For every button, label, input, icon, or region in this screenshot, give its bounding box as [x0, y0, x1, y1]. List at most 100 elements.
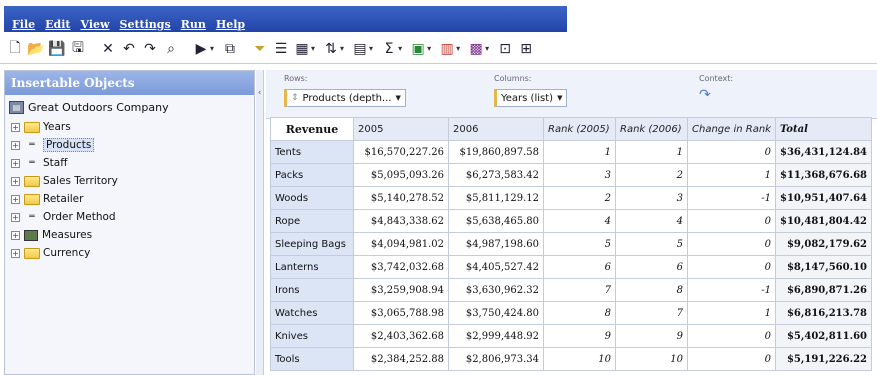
row-header[interactable]: Lanterns — [270, 255, 354, 279]
columns-zone[interactable]: Columns: Years (list) ▼ — [494, 74, 568, 107]
total-cell[interactable]: $36,431,124.84 — [775, 140, 872, 164]
value-cell[interactable]: $4,987,198.60 — [448, 232, 544, 256]
rank-cell[interactable]: 2 — [543, 186, 616, 210]
tree-item-retailer[interactable]: + Retailer — [11, 190, 254, 208]
rank-cell[interactable]: 5 — [543, 232, 616, 256]
change-cell[interactable]: -1 — [687, 186, 776, 210]
rank-cell[interactable]: 10 — [615, 347, 688, 371]
value-cell[interactable]: $4,094,981.02 — [353, 232, 449, 256]
column-header[interactable]: Rank (2006) — [615, 117, 688, 141]
column-header-total[interactable]: Total — [775, 117, 872, 141]
value-cell[interactable]: $2,403,362.68 — [353, 324, 449, 348]
insert-icon[interactable]: ▣ — [409, 40, 427, 58]
rank-cell[interactable]: 6 — [543, 255, 616, 279]
value-cell[interactable]: $2,384,252.88 — [353, 347, 449, 371]
column-header[interactable]: 2006 — [448, 117, 544, 141]
save-icon[interactable]: 💾 — [48, 40, 66, 58]
tree-item-currency[interactable]: + Currency — [11, 244, 254, 262]
open-icon[interactable]: 📂 — [27, 40, 45, 58]
value-cell[interactable]: $19,860,897.58 — [448, 140, 544, 164]
pie-chart-icon[interactable]: ▩ — [467, 40, 485, 58]
value-cell[interactable]: $5,811,129.12 — [448, 186, 544, 210]
value-cell[interactable]: $5,095,093.26 — [353, 163, 449, 187]
total-cell[interactable]: $10,951,407.64 — [775, 186, 872, 210]
column-header[interactable]: Rank (2005) — [543, 117, 616, 141]
bar-chart-icon[interactable]: ▥ — [438, 40, 456, 58]
rank-cell[interactable]: 9 — [543, 324, 616, 348]
sum-icon[interactable]: Σ — [380, 40, 398, 58]
find-icon[interactable]: ⌕ — [162, 40, 180, 58]
menu-file[interactable]: File — [12, 18, 35, 31]
value-cell[interactable]: $4,843,338.62 — [353, 209, 449, 233]
undo-icon[interactable]: ↶ — [120, 40, 138, 58]
rank-cell[interactable]: 9 — [615, 324, 688, 348]
chevron-down-icon[interactable]: ▼ — [395, 94, 400, 102]
total-cell[interactable]: $6,890,871.26 — [775, 278, 872, 302]
value-cell[interactable]: $3,259,908.94 — [353, 278, 449, 302]
change-cell[interactable]: -1 — [687, 278, 776, 302]
change-cell[interactable]: 1 — [687, 301, 776, 325]
total-cell[interactable]: $11,368,676.68 — [775, 163, 872, 187]
menu-view[interactable]: View — [81, 18, 110, 31]
row-header[interactable]: Packs — [270, 163, 354, 187]
rank-cell[interactable]: 1 — [615, 140, 688, 164]
row-header[interactable]: Rope — [270, 209, 354, 233]
expand-icon[interactable]: + — [11, 212, 20, 222]
total-cell[interactable]: $5,191,226.22 — [775, 347, 872, 371]
expand-icon[interactable]: + — [11, 122, 20, 132]
expand-icon[interactable]: + — [11, 230, 20, 240]
change-cell[interactable]: 1 — [687, 163, 776, 187]
rank-cell[interactable]: 1 — [543, 140, 616, 164]
value-cell[interactable]: $16,570,227.26 — [353, 140, 449, 164]
row-header[interactable]: Sleeping Bags — [270, 232, 354, 256]
change-cell[interactable]: 0 — [687, 255, 776, 279]
tree-item-sales-territory[interactable]: + Sales Territory — [11, 172, 254, 190]
value-cell[interactable]: $2,999,448.92 — [448, 324, 544, 348]
menu-run[interactable]: Run — [181, 18, 206, 31]
expand-icon[interactable]: + — [11, 194, 20, 204]
layout-icon[interactable]: ⊡ — [496, 40, 514, 58]
collapse-panel-button[interactable]: ‹ — [256, 70, 264, 375]
tree-item-measures[interactable]: + Measures — [11, 226, 254, 244]
rank-cell[interactable]: 4 — [615, 209, 688, 233]
row-header[interactable]: Knives — [270, 324, 354, 348]
total-cell[interactable]: $6,816,213.78 — [775, 301, 872, 325]
total-cell[interactable]: $8,147,560.10 — [775, 255, 872, 279]
total-cell[interactable]: $9,082,179.62 — [775, 232, 872, 256]
row-header[interactable]: Tools — [270, 347, 354, 371]
expand-icon[interactable]: + — [11, 140, 20, 150]
column-header[interactable]: 2005 — [353, 117, 449, 141]
total-cell[interactable]: $5,402,811.60 — [775, 324, 872, 348]
menu-settings[interactable]: Settings — [120, 18, 171, 31]
change-cell[interactable]: 0 — [687, 324, 776, 348]
total-cell[interactable]: $10,481,804.42 — [775, 209, 872, 233]
rank-cell[interactable]: 10 — [543, 347, 616, 371]
context-zone[interactable]: Context: ↷ — [699, 74, 733, 103]
rank-cell[interactable]: 5 — [615, 232, 688, 256]
expand-icon[interactable]: + — [11, 248, 20, 258]
value-cell[interactable]: $5,140,278.52 — [353, 186, 449, 210]
chart-icon[interactable]: ▦ — [293, 40, 311, 58]
rank-cell[interactable]: 7 — [543, 278, 616, 302]
menu-help[interactable]: Help — [216, 18, 245, 31]
rank-cell[interactable]: 6 — [615, 255, 688, 279]
value-cell[interactable]: $2,806,973.34 — [448, 347, 544, 371]
grid-icon[interactable]: ⊞ — [517, 40, 535, 58]
value-cell[interactable]: $3,630,962.32 — [448, 278, 544, 302]
change-cell[interactable]: 0 — [687, 209, 776, 233]
run-icon[interactable]: ▶ — [192, 40, 210, 58]
value-cell[interactable]: $3,065,788.98 — [353, 301, 449, 325]
value-cell[interactable]: $4,405,527.42 — [448, 255, 544, 279]
change-cell[interactable]: 0 — [687, 347, 776, 371]
calculation-icon[interactable]: ▤ — [351, 40, 369, 58]
value-cell[interactable]: $5,638,465.80 — [448, 209, 544, 233]
rank-cell[interactable]: 3 — [615, 186, 688, 210]
row-header[interactable]: Irons — [270, 278, 354, 302]
tree-root[interactable]: ▤ Great Outdoors Company — [5, 95, 254, 118]
value-cell[interactable]: $6,273,583.42 — [448, 163, 544, 187]
save-as-icon[interactable]: 🖫 — [69, 40, 87, 58]
column-header[interactable]: Change in Rank — [687, 117, 776, 141]
filter-icon[interactable]: ⏷ — [251, 40, 269, 58]
rank-cell[interactable]: 4 — [543, 209, 616, 233]
columns-chip[interactable]: Years (list) ▼ — [494, 89, 568, 107]
